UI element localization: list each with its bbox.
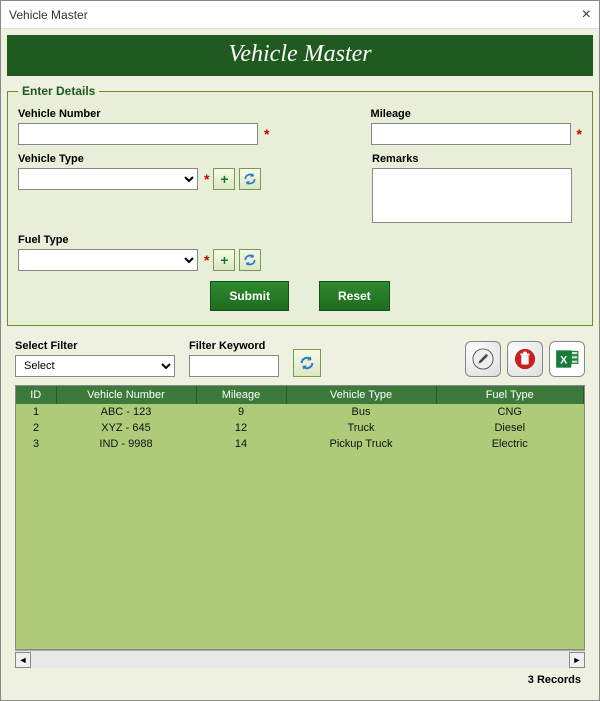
filter-refresh-button[interactable] xyxy=(293,349,321,377)
vehicle-type-select[interactable] xyxy=(18,168,198,190)
vehicle-type-refresh-button[interactable] xyxy=(239,168,261,190)
record-count: 3 Records xyxy=(7,668,593,694)
col-id[interactable]: ID xyxy=(16,386,56,404)
col-vehicle-type[interactable]: Vehicle Type xyxy=(286,386,436,404)
table-row[interactable]: 2XYZ - 64512TruckDiesel xyxy=(16,420,584,436)
mileage-input[interactable] xyxy=(371,123,571,145)
cell-vehicle-number: ABC - 123 xyxy=(56,404,196,420)
cell-id: 3 xyxy=(16,436,56,452)
refresh-icon xyxy=(243,253,257,267)
required-marker: * xyxy=(577,126,582,142)
filter-keyword-label: Filter Keyword xyxy=(189,340,279,352)
filter-keyword-input[interactable] xyxy=(189,355,279,377)
banner-title: Vehicle Master xyxy=(7,35,593,76)
app-window: Vehicle Master × Vehicle Master Enter De… xyxy=(0,0,600,701)
required-marker: * xyxy=(264,126,269,142)
cell-vehicle-number: IND - 9988 xyxy=(56,436,196,452)
fuel-type-add-button[interactable]: + xyxy=(213,249,235,271)
cell-vehicle-type: Bus xyxy=(286,404,436,420)
select-filter-label: Select Filter xyxy=(15,340,175,352)
cell-vehicle-number: XYZ - 645 xyxy=(56,420,196,436)
fuel-type-refresh-button[interactable] xyxy=(239,249,261,271)
scroll-right-arrow[interactable]: ► xyxy=(569,652,585,668)
cell-id: 2 xyxy=(16,420,56,436)
refresh-icon xyxy=(243,172,257,186)
required-marker: * xyxy=(204,171,209,187)
col-vehicle-number[interactable]: Vehicle Number xyxy=(56,386,196,404)
enter-details-legend: Enter Details xyxy=(18,84,99,98)
cell-id: 1 xyxy=(16,404,56,420)
vehicle-number-input[interactable] xyxy=(18,123,258,145)
enter-details-group: Enter Details Vehicle Number * Mileage * xyxy=(7,84,593,326)
col-fuel-type[interactable]: Fuel Type xyxy=(436,386,584,404)
cell-vehicle-type: Truck xyxy=(286,420,436,436)
reset-button[interactable]: Reset xyxy=(319,281,390,311)
mileage-label: Mileage xyxy=(371,108,582,120)
submit-button[interactable]: Submit xyxy=(210,281,289,311)
cell-fuel-type: CNG xyxy=(436,404,584,420)
plus-icon: + xyxy=(220,171,228,187)
cell-mileage: 9 xyxy=(196,404,286,420)
cell-fuel-type: Diesel xyxy=(436,420,584,436)
edit-button[interactable] xyxy=(465,341,501,377)
remarks-label: Remarks xyxy=(372,153,582,165)
vehicle-type-add-button[interactable]: + xyxy=(213,168,235,190)
fuel-type-select[interactable] xyxy=(18,249,198,271)
content-area: Vehicle Master Enter Details Vehicle Num… xyxy=(1,29,599,700)
vehicle-number-label: Vehicle Number xyxy=(18,108,341,120)
filter-bar: Select Filter Select Filter Keyword xyxy=(7,336,593,385)
table-row[interactable]: 3IND - 998814Pickup TruckElectric xyxy=(16,436,584,452)
plus-icon: + xyxy=(220,252,228,268)
fuel-type-label: Fuel Type xyxy=(18,234,342,246)
delete-button[interactable] xyxy=(507,341,543,377)
grid-header-row: ID Vehicle Number Mileage Vehicle Type F… xyxy=(16,386,584,404)
vehicle-type-label: Vehicle Type xyxy=(18,153,342,165)
select-filter[interactable]: Select xyxy=(15,355,175,377)
trash-icon xyxy=(514,348,536,370)
scroll-left-arrow[interactable]: ◄ xyxy=(15,652,31,668)
cell-vehicle-type: Pickup Truck xyxy=(286,436,436,452)
titlebar: Vehicle Master × xyxy=(1,1,599,29)
export-excel-button[interactable]: X xyxy=(549,341,585,377)
remarks-textarea[interactable] xyxy=(372,168,572,223)
horizontal-scrollbar[interactable]: ◄ ► xyxy=(15,650,585,668)
excel-icon: X xyxy=(554,346,580,372)
col-mileage[interactable]: Mileage xyxy=(196,386,286,404)
cell-mileage: 14 xyxy=(196,436,286,452)
close-icon[interactable]: × xyxy=(582,6,591,24)
cell-mileage: 12 xyxy=(196,420,286,436)
table-row[interactable]: 1ABC - 1239BusCNG xyxy=(16,404,584,420)
pencil-icon xyxy=(472,348,494,370)
window-title: Vehicle Master xyxy=(9,8,88,22)
required-marker: * xyxy=(204,252,209,268)
cell-fuel-type: Electric xyxy=(436,436,584,452)
refresh-icon xyxy=(299,355,315,371)
svg-text:X: X xyxy=(560,354,568,366)
data-grid: ID Vehicle Number Mileage Vehicle Type F… xyxy=(15,385,585,650)
